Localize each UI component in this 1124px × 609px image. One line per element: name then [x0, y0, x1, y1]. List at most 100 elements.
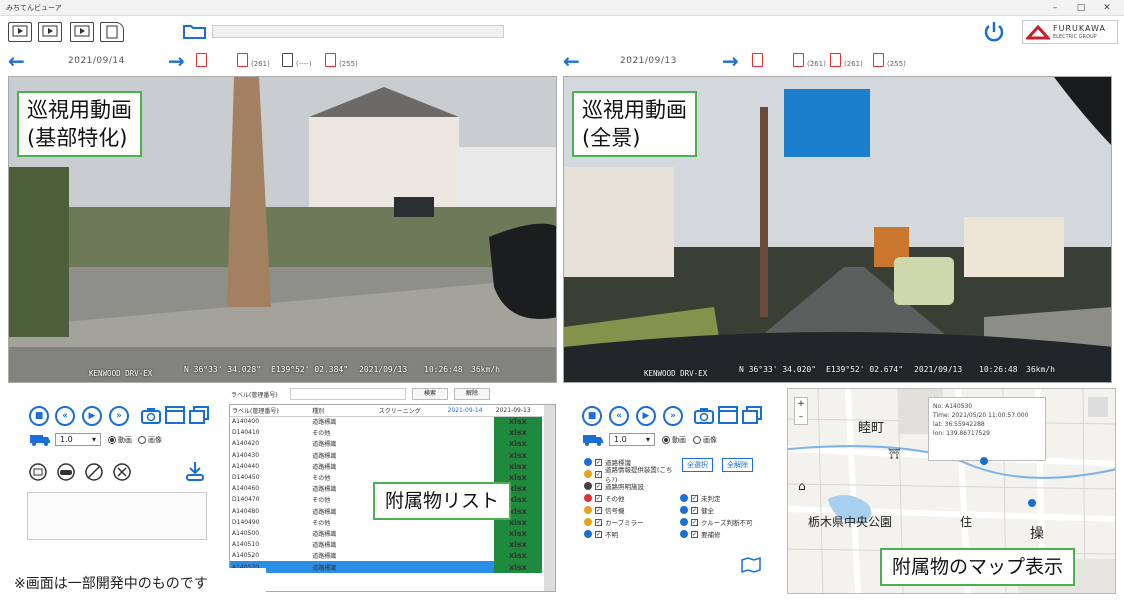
folder-icon[interactable]: [183, 22, 207, 44]
speed-select[interactable]: 1.0 ▾: [55, 433, 101, 446]
legend-item[interactable]: ✓ 道路情報提供装置(こちら?): [584, 466, 684, 484]
left-video-frame[interactable]: 巡視用動画 (基部特化) KENWOOD DRV-EX N 36°33' 34.…: [8, 76, 557, 383]
table-row[interactable]: A140440 道路標識 xlsx: [230, 460, 542, 472]
tools-icon[interactable]: [112, 462, 132, 486]
xlsx-link[interactable]: xlsx: [493, 550, 542, 562]
play-button[interactable]: ▶: [82, 406, 102, 426]
stop-button[interactable]: ■: [582, 406, 602, 426]
pdf-file-icon[interactable]: [237, 53, 248, 67]
map-book-icon[interactable]: [740, 556, 762, 578]
table-row[interactable]: A140530道路標識xlsx: [230, 561, 542, 573]
rewind-button[interactable]: «: [55, 406, 75, 426]
rewind-button[interactable]: «: [609, 406, 629, 426]
label-search-input[interactable]: [290, 388, 406, 400]
fast-forward-button[interactable]: »: [663, 406, 683, 426]
table-row[interactable]: A140500 道路標識 xlsx: [230, 527, 542, 540]
column-header[interactable]: 2021-09-14: [445, 405, 494, 417]
sign-icon[interactable]: [28, 462, 48, 486]
prev-arrow-left[interactable]: ←: [8, 51, 25, 71]
fast-forward-button[interactable]: »: [109, 406, 129, 426]
file-icon[interactable]: [196, 53, 207, 67]
legend-checkbox[interactable]: ✓: [595, 494, 602, 502]
xlsx-link[interactable]: xlsx: [493, 449, 542, 461]
export-file-button[interactable]: [100, 22, 124, 42]
legend-item[interactable]: ✓ 健全: [680, 504, 780, 516]
car-icon[interactable]: [56, 462, 76, 486]
camera-icon[interactable]: [140, 405, 162, 429]
legend-checkbox[interactable]: ✓: [595, 506, 602, 514]
map-marker[interactable]: [980, 457, 988, 465]
map-zoom-control[interactable]: + –: [794, 397, 808, 425]
next-arrow-left[interactable]: →: [168, 51, 185, 71]
pdf-file-icon[interactable]: [830, 53, 841, 67]
legend-checkbox[interactable]: ✓: [595, 518, 602, 526]
multi-window-icon[interactable]: [188, 405, 210, 429]
column-header[interactable]: 種別: [310, 405, 377, 417]
minimize-button[interactable]: –: [1044, 0, 1066, 16]
memo-textarea[interactable]: [27, 492, 207, 540]
legend-checkbox[interactable]: ✓: [691, 506, 698, 514]
zoom-in-button[interactable]: +: [795, 398, 807, 411]
column-header[interactable]: 2021-09-13: [493, 405, 542, 417]
camera-icon[interactable]: [693, 405, 715, 429]
table-row[interactable]: A140520 道路標識 xlsx: [230, 550, 542, 562]
stop-button[interactable]: ■: [29, 406, 49, 426]
table-row[interactable]: A140510 道路標識 xlsx: [230, 539, 542, 551]
prev-arrow-right[interactable]: ←: [563, 51, 580, 71]
xlsx-link[interactable]: xlsx: [493, 438, 542, 450]
next-arrow-right[interactable]: →: [722, 51, 739, 71]
legend-checkbox[interactable]: ✓: [594, 470, 602, 478]
xlsx-link[interactable]: xlsx: [493, 539, 542, 551]
legend-checkbox[interactable]: ✓: [691, 494, 698, 502]
legend-item[interactable]: ✓ その他: [584, 492, 684, 504]
column-header[interactable]: ラベル(管理番号): [230, 405, 311, 417]
column-header[interactable]: スクリーニング: [376, 405, 446, 417]
search-button[interactable]: 検索: [412, 388, 448, 400]
single-window-icon[interactable]: [717, 405, 739, 429]
legend-checkbox[interactable]: ✓: [595, 458, 602, 466]
xls-file-icon[interactable]: [873, 53, 884, 67]
split-view-button[interactable]: [38, 22, 62, 42]
clear-all-button[interactable]: 全解除: [722, 458, 753, 472]
legend-item[interactable]: ✓ 不明: [584, 528, 684, 540]
right-video-frame[interactable]: 巡視用動画 (全景) KENWOOD DRV-EX N 36°33' 34.02…: [563, 76, 1112, 383]
csv-file-icon[interactable]: [282, 53, 293, 67]
maximize-button[interactable]: □: [1070, 0, 1092, 16]
map-marker[interactable]: [1028, 499, 1036, 507]
legend-item[interactable]: ✓ 要補修: [680, 528, 780, 540]
xlsx-link[interactable]: xlsx: [493, 527, 542, 540]
single-view-button[interactable]: [8, 22, 32, 42]
single-window-icon[interactable]: [164, 405, 186, 429]
download-icon[interactable]: [184, 460, 206, 486]
table-row[interactable]: A140400 道路標識 xlsx: [230, 416, 542, 428]
video-view-button[interactable]: [70, 22, 94, 42]
table-row[interactable]: D140410 その他 xlsx: [230, 427, 542, 439]
legend-checkbox[interactable]: ✓: [691, 518, 698, 526]
no-entry-icon[interactable]: [84, 462, 104, 486]
pdf-file-icon[interactable]: [793, 53, 804, 67]
mode-image-radio[interactable]: 画像: [693, 435, 717, 445]
play-button[interactable]: ▶: [636, 406, 656, 426]
table-row[interactable]: A140430 道路標識 xlsx: [230, 449, 542, 461]
legend-checkbox[interactable]: ✓: [595, 530, 602, 538]
mode-video-radio[interactable]: 動画: [108, 435, 132, 445]
zoom-out-button[interactable]: –: [795, 411, 807, 424]
legend-item[interactable]: ✓ クルーズ判断不可: [680, 516, 780, 528]
layers-icon[interactable]: [1088, 397, 1108, 417]
folder-path-field[interactable]: [212, 25, 504, 38]
mode-image-radio[interactable]: 画像: [138, 435, 162, 445]
select-all-button[interactable]: 全選択: [682, 458, 713, 472]
table-row[interactable]: A140420 道路標識 xlsx: [230, 438, 542, 450]
close-button[interactable]: ✕: [1096, 0, 1118, 16]
xls-file-icon[interactable]: [325, 53, 336, 67]
legend-checkbox[interactable]: ✓: [691, 530, 698, 538]
mode-video-radio[interactable]: 動画: [662, 435, 686, 445]
xlsx-link[interactable]: xlsx: [493, 460, 542, 472]
legend-item[interactable]: ✓ 信号機: [584, 504, 684, 516]
clear-search-button[interactable]: 解除: [454, 388, 490, 400]
multi-window-icon[interactable]: [741, 405, 763, 429]
file-icon[interactable]: [752, 53, 763, 67]
xlsx-link[interactable]: xlsx: [493, 561, 542, 573]
legend-checkbox[interactable]: ✓: [595, 482, 602, 490]
speed-select[interactable]: 1.0 ▾: [609, 433, 655, 446]
